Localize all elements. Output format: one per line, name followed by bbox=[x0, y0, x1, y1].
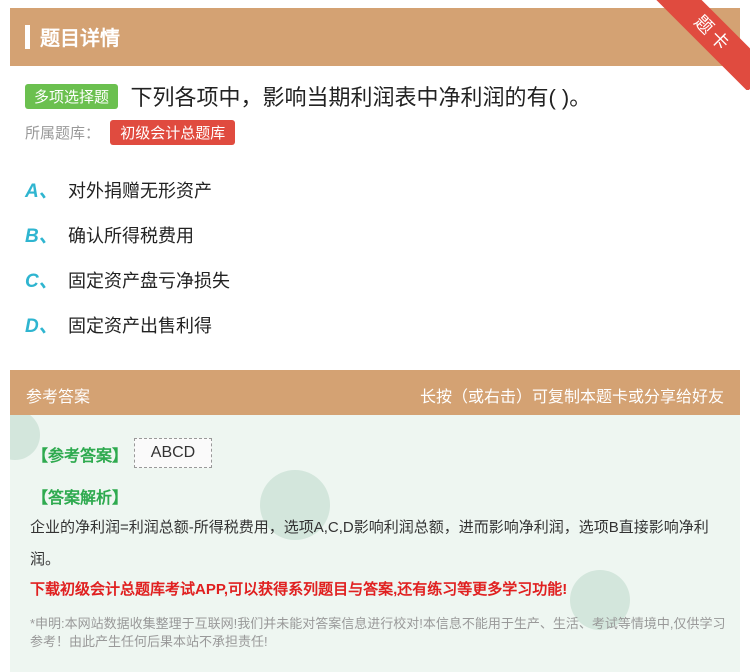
option-letter: D、 bbox=[25, 316, 58, 337]
option-text: 对外捐赠无形资产 bbox=[68, 181, 213, 201]
reference-answer-label: 【参考答案】 bbox=[32, 448, 129, 465]
option-b[interactable]: B、 确认所得税费用 bbox=[25, 221, 194, 248]
question-bank-label: 所属题库： bbox=[25, 125, 101, 142]
answer-panel: 参考答案 长按（或右击）可复制本题卡或分享给好友 【参考答案】 ABCD 【答案… bbox=[10, 370, 740, 672]
header-bar: 题目详情 bbox=[10, 8, 740, 66]
option-letter: C、 bbox=[25, 271, 58, 292]
question-type-badge: 多项选择题 bbox=[25, 83, 119, 109]
option-letter: B、 bbox=[25, 226, 58, 247]
card-ribbon: 题卡 bbox=[650, 0, 750, 90]
question-text: 下列各项中，影响当期利润表中净利润的有( )。 bbox=[130, 85, 592, 110]
question-line: 多项选择题 下列各项中，影响当期利润表中净利润的有( )。 bbox=[25, 80, 591, 112]
app-promo-link[interactable]: 下载初级会计总题库考试APP,可以获得系列题目与答案,还有练习等更多学习功能! bbox=[30, 578, 567, 599]
question-bank-line: 所属题库： 初级会计总题库 bbox=[25, 120, 236, 145]
option-text: 固定资产盘亏净损失 bbox=[68, 271, 231, 291]
page-title: 题目详情 bbox=[40, 28, 120, 50]
analysis-text: 企业的净利润=利润总额-所得税费用，选项A,C,D影响利润总额，进而影响净利润，… bbox=[30, 519, 709, 568]
answer-header: 参考答案 长按（或右击）可复制本题卡或分享给好友 bbox=[10, 370, 740, 415]
answer-share-hint: 长按（或右击）可复制本题卡或分享给好友 bbox=[419, 389, 724, 406]
reference-answer-value[interactable]: ABCD bbox=[134, 438, 212, 468]
option-c[interactable]: C、 固定资产盘亏净损失 bbox=[25, 266, 230, 293]
option-text: 固定资产出售利得 bbox=[68, 316, 213, 336]
question-bank-tag[interactable]: 初级会计总题库 bbox=[110, 120, 236, 145]
option-text: 确认所得税费用 bbox=[68, 226, 195, 246]
answer-header-title: 参考答案 bbox=[26, 389, 91, 406]
option-d[interactable]: D、 固定资产出售利得 bbox=[25, 311, 212, 338]
analysis-label: 【答案解析】 bbox=[32, 490, 129, 507]
ribbon-label: 题卡 bbox=[655, 0, 750, 90]
option-a[interactable]: A、 对外捐赠无形资产 bbox=[25, 176, 212, 203]
header-accent-bar bbox=[25, 25, 30, 49]
option-letter: A、 bbox=[25, 181, 58, 202]
disclaimer-text: *申明:本网站数据收集整理于互联网!我们并未能对答案信息进行校对!本信息不能用于… bbox=[30, 616, 726, 649]
